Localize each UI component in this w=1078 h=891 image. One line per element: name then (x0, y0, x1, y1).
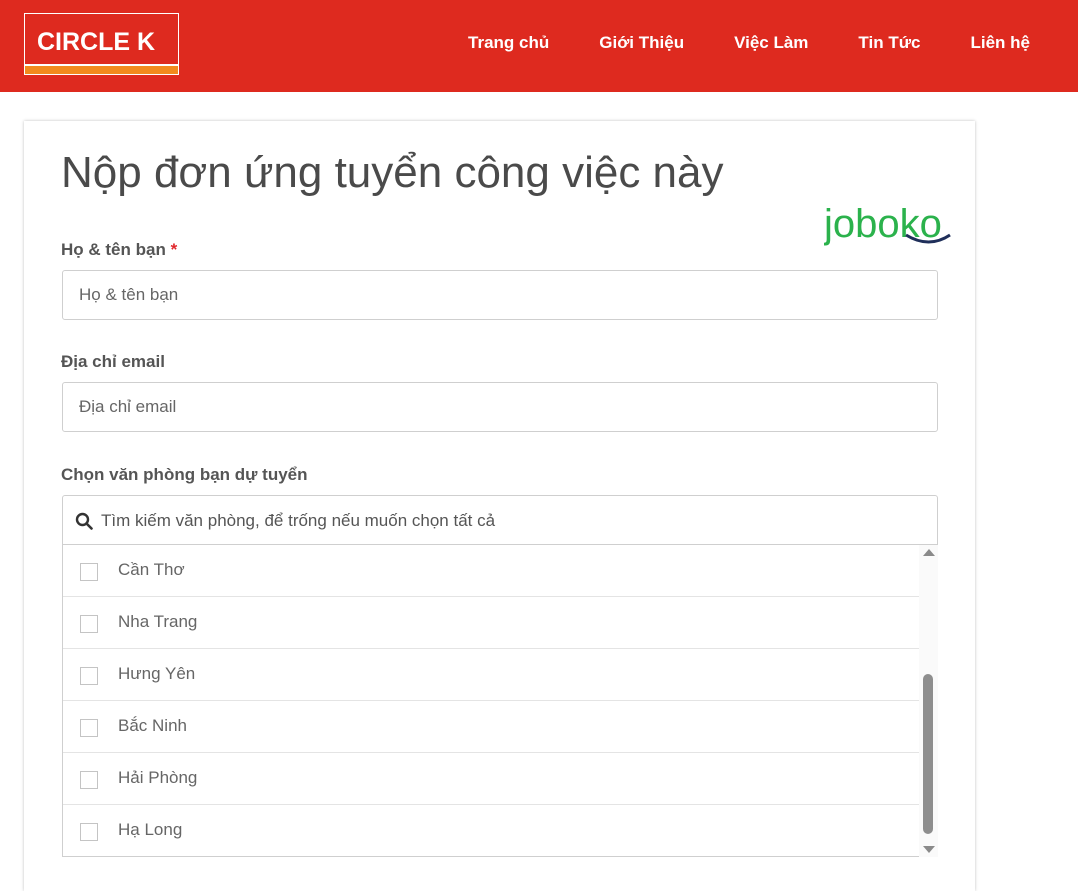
application-form-card: Nộp đơn ứng tuyển công việc này joboko H… (24, 121, 975, 891)
office-option-label: Hưng Yên (118, 664, 196, 683)
office-option-label: Cần Thơ (118, 560, 185, 579)
office-checkbox[interactable] (80, 667, 98, 685)
office-checkbox[interactable] (80, 563, 98, 581)
office-search-input[interactable] (99, 496, 923, 546)
required-mark: * (170, 240, 178, 259)
nav-about[interactable]: Giới Thiệu (599, 33, 684, 53)
nav-home[interactable]: Trang chủ (468, 33, 549, 53)
office-checkbox[interactable] (80, 823, 98, 841)
office-checkbox[interactable] (80, 615, 98, 633)
main-nav: Trang chủ Giới Thiệu Việc Làm Tin Tức Li… (418, 33, 1030, 53)
scrollbar-thumb[interactable] (923, 674, 933, 834)
circle-k-logo[interactable]: CIRCLE K (24, 13, 179, 75)
form-title: Nộp đơn ứng tuyển công việc này (61, 148, 724, 197)
name-label: Họ & tên bạn * (61, 240, 177, 260)
office-option-label: Nha Trang (118, 612, 198, 631)
office-checkbox[interactable] (80, 771, 98, 789)
name-input[interactable] (62, 270, 938, 320)
office-list-scrollbar[interactable] (919, 545, 938, 857)
office-option-bac-ninh[interactable]: Bắc Ninh (63, 700, 919, 752)
nav-news[interactable]: Tin Tức (858, 33, 920, 53)
office-list: Cần Thơ Nha Trang Hưng Yên Bắc Ninh Hải … (62, 545, 938, 857)
office-option-can-tho[interactable]: Cần Thơ (63, 545, 919, 596)
office-label: Chọn văn phòng bạn dự tuyển (61, 465, 308, 484)
search-icon (75, 512, 93, 530)
nav-jobs[interactable]: Việc Làm (734, 33, 808, 53)
office-option-label: Bắc Ninh (118, 716, 187, 735)
name-label-text: Họ & tên bạn (61, 240, 166, 259)
scroll-down-arrow-icon[interactable] (923, 846, 935, 853)
office-search (62, 495, 938, 546)
office-option-label: Hạ Long (118, 820, 183, 839)
logo-text: CIRCLE K (37, 28, 156, 56)
email-label: Địa chỉ email (61, 352, 165, 371)
joboko-logo-text: joboko (824, 202, 942, 246)
nav-contact[interactable]: Liên hệ (970, 33, 1030, 53)
scroll-up-arrow-icon[interactable] (923, 549, 935, 556)
office-option-ha-long[interactable]: Hạ Long (63, 804, 919, 856)
top-navbar: CIRCLE K Trang chủ Giới Thiệu Việc Làm T… (0, 0, 1078, 92)
joboko-logo: joboko (824, 202, 951, 246)
office-checkbox[interactable] (80, 719, 98, 737)
logo-stripe (25, 64, 178, 74)
office-option-label: Hải Phòng (118, 768, 198, 787)
office-option-hung-yen[interactable]: Hưng Yên (63, 648, 919, 700)
office-option-hai-phong[interactable]: Hải Phòng (63, 752, 919, 804)
email-input[interactable] (62, 382, 938, 432)
office-option-nha-trang[interactable]: Nha Trang (63, 596, 919, 648)
